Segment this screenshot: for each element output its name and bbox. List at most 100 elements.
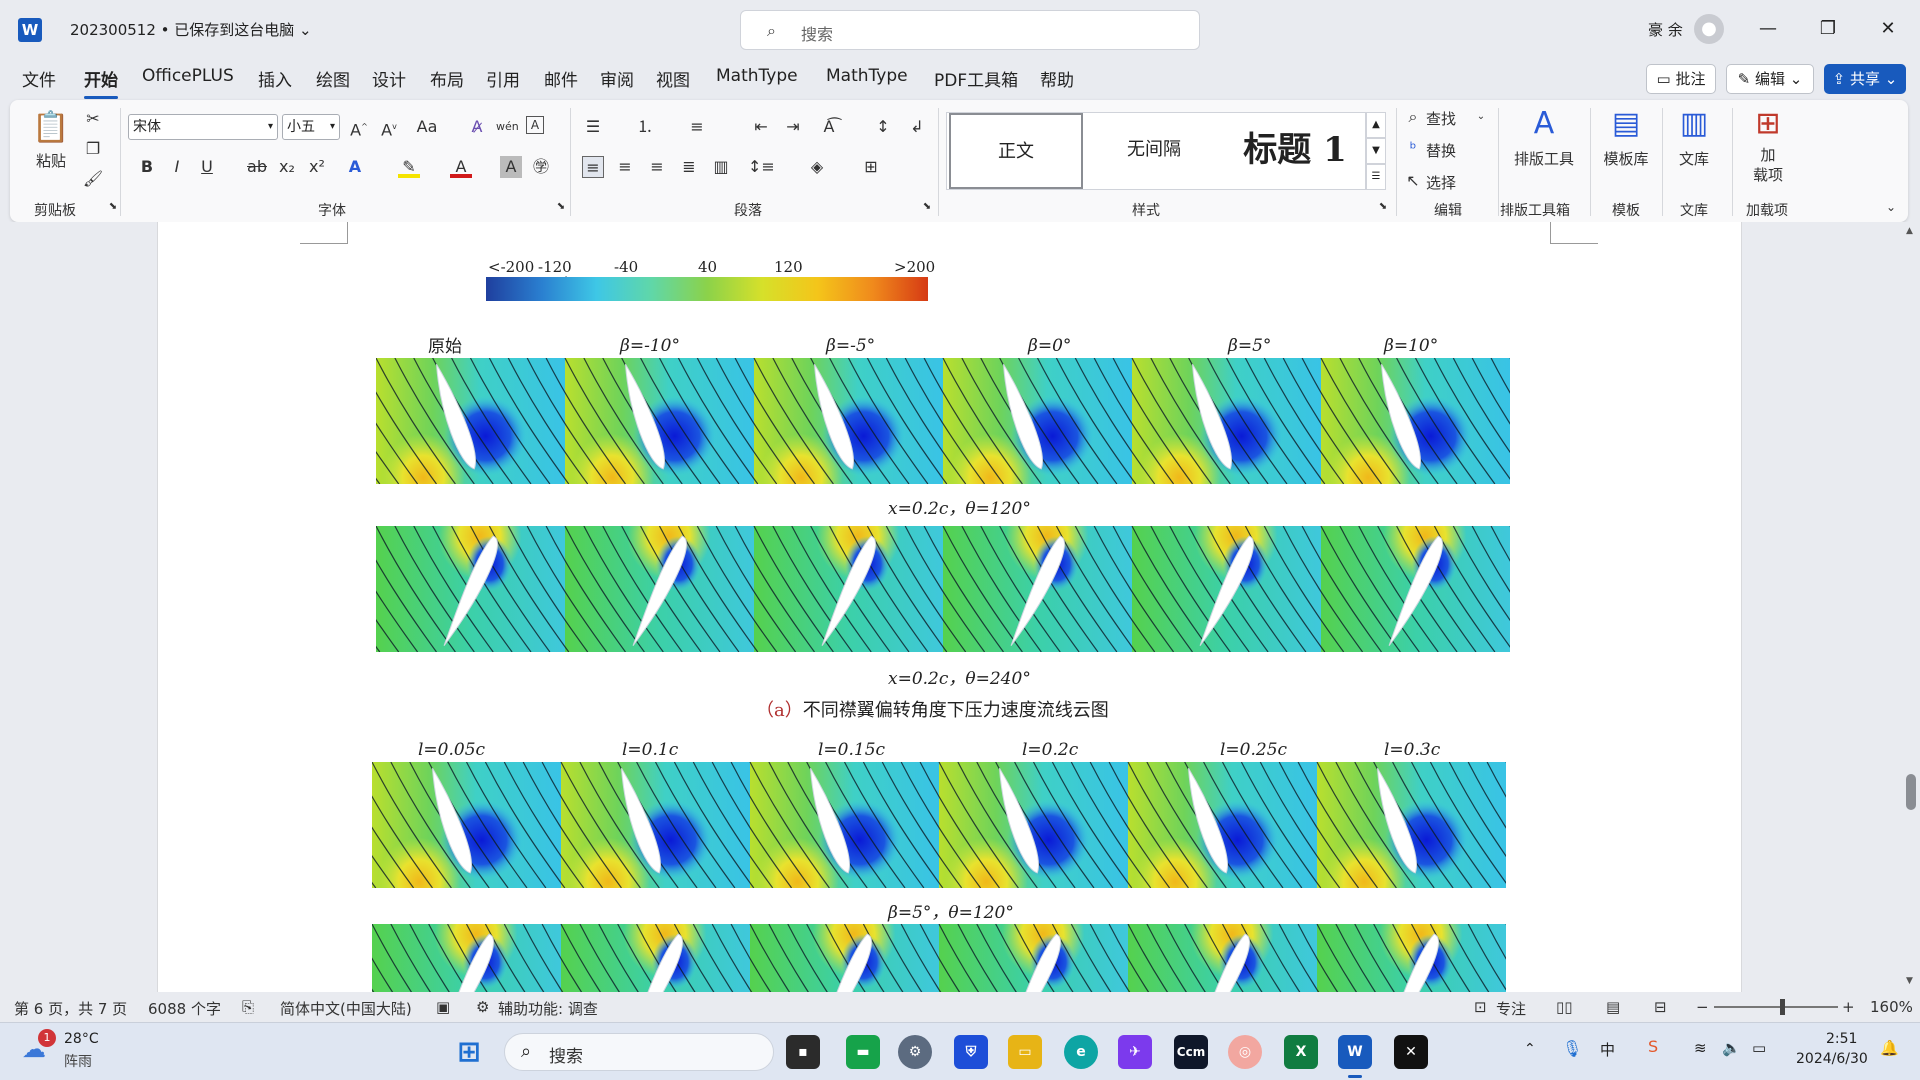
close-button[interactable]: ✕	[1868, 12, 1908, 46]
template-library-icon[interactable]: ▤	[1606, 106, 1646, 141]
find-icon[interactable]: ⌕	[1402, 106, 1424, 128]
tab-design[interactable]: 设计	[372, 66, 406, 91]
tab-layout[interactable]: 布局	[430, 66, 464, 91]
page-count[interactable]: 第 6 页，共 7 页	[14, 998, 127, 1019]
font-size-select[interactable]: 小五 ▾	[282, 114, 340, 140]
replace-button[interactable]: 替换	[1426, 140, 1456, 161]
styles-launcher-icon[interactable]: ⬊	[1372, 196, 1394, 218]
battery-icon[interactable]: ▭	[1752, 1039, 1766, 1057]
layout-tools-icon[interactable]: A	[1524, 106, 1564, 141]
microphone-icon[interactable]: 🎙	[1562, 1039, 1582, 1058]
focus-mode-button[interactable]: 专注	[1496, 998, 1526, 1019]
tab-mailings[interactable]: 邮件	[544, 66, 578, 91]
chevron-up-icon[interactable]: ⌃	[1524, 1041, 1536, 1057]
app-circle-icon[interactable]: ◎	[1228, 1035, 1262, 1069]
paragraph-launcher-icon[interactable]: ⬊	[916, 196, 938, 218]
chevron-down-icon[interactable]: ⌄	[1470, 106, 1492, 128]
borders-icon[interactable]: ⊞	[860, 156, 882, 178]
avatar-icon[interactable]: ●	[1694, 14, 1724, 44]
highlight-color-icon[interactable]: ✎	[398, 156, 420, 178]
numbering-icon[interactable]: ⒈	[634, 116, 656, 138]
ccm-app-icon[interactable]: Ccm	[1174, 1035, 1208, 1069]
bullets-icon[interactable]: ☰	[582, 116, 604, 138]
template-library-button[interactable]: 模板库	[1596, 148, 1656, 169]
chevron-down-icon[interactable]: ▼	[1366, 138, 1386, 164]
word-count[interactable]: 6088 个字	[148, 998, 221, 1019]
tab-help[interactable]: 帮助	[1040, 66, 1074, 91]
tab-mathtype-2[interactable]: MathType	[826, 66, 908, 86]
clear-formatting-icon[interactable]: A̷	[466, 116, 488, 138]
editing-mode-button[interactable]: ✎ 编辑 ⌄	[1726, 64, 1814, 94]
style-heading-1[interactable]: 标题 1	[1225, 113, 1365, 189]
zoom-level[interactable]: 160%	[1870, 998, 1913, 1016]
character-border-icon[interactable]: A	[526, 116, 544, 134]
tab-references[interactable]: 引用	[486, 66, 520, 91]
tab-review[interactable]: 审阅	[600, 66, 634, 91]
phonetic-guide-icon[interactable]: wén	[496, 116, 519, 138]
word-icon[interactable]: W	[1338, 1035, 1372, 1069]
grow-font-icon[interactable]: A^	[348, 116, 370, 139]
document-title[interactable]: 202300512 • 已保存到这台电脑 ⌄	[70, 19, 312, 40]
sort-icon[interactable]: ↕	[872, 116, 894, 138]
weather-description[interactable]: 阵雨	[64, 1051, 92, 1071]
strikethrough-icon[interactable]: ab	[246, 156, 268, 178]
proofing-icon[interactable]: ⎘	[242, 998, 254, 1016]
macro-icon[interactable]: ▣	[436, 998, 450, 1016]
ime-icon[interactable]: 中	[1600, 1039, 1615, 1060]
excel-icon[interactable]: X	[1284, 1035, 1318, 1069]
task-view-icon[interactable]: ▪	[786, 1035, 820, 1069]
copy-icon[interactable]: ❐	[82, 138, 104, 160]
character-shading-icon[interactable]: A	[500, 156, 522, 178]
notification-bell-icon[interactable]: 🔔	[1880, 1039, 1899, 1057]
font-launcher-icon[interactable]: ⬊	[550, 196, 572, 218]
line-spacing-icon[interactable]: ↕≡	[748, 156, 775, 178]
tab-draw[interactable]: 绘图	[316, 66, 350, 91]
scrollbar-thumb[interactable]	[1906, 774, 1916, 810]
collapse-ribbon-icon[interactable]: ⌄	[1880, 196, 1902, 218]
web-layout-icon[interactable]: ⊟	[1654, 998, 1667, 1016]
font-name-select[interactable]: 宋体 ▾	[128, 114, 278, 140]
italic-icon[interactable]: I	[166, 156, 188, 178]
bold-icon[interactable]: B	[136, 156, 158, 178]
more-styles-icon[interactable]: ☰	[1366, 164, 1386, 190]
tab-mathtype-1[interactable]: MathType	[716, 66, 798, 86]
tab-file[interactable]: 文件	[22, 66, 56, 91]
zoom-in-button[interactable]: +	[1842, 998, 1855, 1016]
volume-icon[interactable]: 🔈	[1722, 1039, 1741, 1057]
subscript-icon[interactable]: x₂	[276, 156, 298, 178]
styles-scroll[interactable]: ▲ ▼ ☰	[1366, 112, 1386, 190]
tab-officeplus[interactable]: OfficePLUS	[142, 66, 234, 86]
zoom-slider[interactable]	[1714, 1006, 1838, 1008]
paste-icon[interactable]: 📋	[32, 108, 69, 148]
start-icon[interactable]: ⊞	[452, 1035, 486, 1069]
align-right-icon[interactable]: ≡	[646, 156, 668, 178]
settings-icon[interactable]: ⚙	[898, 1035, 932, 1069]
text-effects-icon[interactable]: A	[344, 156, 366, 178]
edge-browser-icon[interactable]: e	[1064, 1035, 1098, 1069]
replace-icon[interactable]: ᵇ	[1402, 138, 1424, 160]
language-indicator[interactable]: 简体中文(中国大陆)	[280, 998, 412, 1019]
user-name[interactable]: 豪 余	[1648, 19, 1683, 40]
superscript-icon[interactable]: x²	[306, 156, 328, 178]
weather-temperature[interactable]: 28°C	[64, 1031, 99, 1047]
tab-home[interactable]: 开始	[84, 66, 118, 99]
multilevel-list-icon[interactable]: ≡	[686, 116, 708, 138]
cut-icon[interactable]: ✂	[82, 108, 104, 130]
enclose-characters-icon[interactable]: ㊫	[530, 156, 552, 178]
shrink-font-icon[interactable]: Av	[378, 116, 400, 139]
app-rocket-icon[interactable]: ✈	[1118, 1035, 1152, 1069]
wifi-icon[interactable]: ≋	[1694, 1039, 1707, 1057]
restore-button[interactable]: ❐	[1808, 12, 1848, 46]
show-marks-icon[interactable]: ↲	[906, 116, 928, 138]
security-shield-icon[interactable]: ⛨	[954, 1035, 988, 1069]
change-case-icon[interactable]: Aa	[412, 116, 442, 138]
addins-icon[interactable]: ⊞	[1748, 106, 1788, 141]
tab-insert[interactable]: 插入	[258, 66, 292, 91]
minimize-button[interactable]: —	[1748, 12, 1788, 46]
shading-icon[interactable]: ◈	[806, 156, 828, 178]
comments-button[interactable]: ▭ 批注	[1646, 64, 1716, 94]
align-left-icon[interactable]: ≡	[582, 156, 604, 178]
style-no-spacing[interactable]: 无间隔	[1087, 113, 1221, 189]
clock-time[interactable]: 2:51	[1826, 1031, 1857, 1047]
font-color-icon[interactable]: A	[450, 156, 472, 178]
